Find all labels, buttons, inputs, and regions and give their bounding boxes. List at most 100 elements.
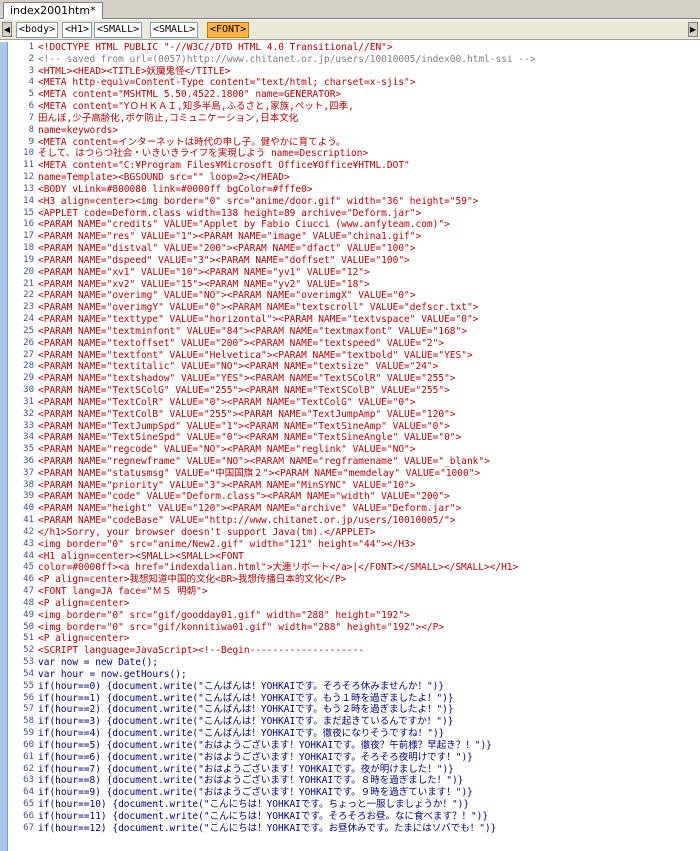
code-line: <PARAM NAME="priority" VALUE="3"><PARAM … bbox=[38, 479, 416, 491]
code-line: if(hour==6) {document.write("おはようございます！Y… bbox=[38, 751, 473, 763]
line-number: 50 bbox=[23, 621, 34, 632]
line-numbers: 1 2 3 4 5 6 7 8 9 10 11 12 13 14 15 16 17 18 19 20 21 22 23 24 2… bbox=[10, 42, 34, 851]
line-number: 17 bbox=[23, 231, 34, 242]
line-number: 34 bbox=[23, 432, 34, 443]
line-number: 48 bbox=[23, 597, 34, 608]
line-number: 20 bbox=[23, 266, 34, 277]
line-number: 38 bbox=[23, 479, 34, 490]
line-number: 37 bbox=[23, 467, 34, 478]
code-line: <PARAM NAME="res" VALUE="1"><PARAM NAME=… bbox=[38, 231, 422, 243]
line-number: 66 bbox=[23, 810, 34, 821]
line-number: 22 bbox=[23, 290, 34, 301]
code-line: if(hour==9) {document.write("おはようございます！Y… bbox=[38, 787, 473, 799]
code-line: var hour = now.getHours(); bbox=[38, 668, 187, 680]
code-line: <H1 align=center><SMALL><SMALL><FONT bbox=[38, 550, 244, 562]
code-line: <img border="0" src="anime/New2.gif" wid… bbox=[38, 538, 416, 550]
line-number: 54 bbox=[23, 668, 34, 679]
line-number: 25 bbox=[23, 325, 34, 336]
code-line: <BODY vLink=#800080 link=#0000ff bgColor… bbox=[38, 183, 313, 195]
code-line: <PARAM NAME="credits" VALUE="Applet by F… bbox=[38, 219, 450, 231]
line-number: 9 bbox=[28, 136, 34, 147]
code-line: <PARAM NAME="dspeed" VALUE="3"><PARAM NA… bbox=[38, 254, 410, 266]
file-tab-bar: index2001htm* bbox=[0, 0, 700, 19]
code-line: name=Template><BGSOUND src="" loop=2></H… bbox=[38, 172, 290, 184]
line-number: 13 bbox=[23, 183, 34, 194]
code-line: <FONT lang=JA face="ＭＳ 明朝"> bbox=[38, 586, 208, 598]
line-number: 47 bbox=[23, 586, 34, 597]
code-line: if(hour==1) {document.write("こんばんは！YOHKA… bbox=[38, 692, 454, 704]
code-line: <PARAM NAME="texttype" VALUE="horizontal… bbox=[38, 314, 479, 326]
code-line: <PARAM NAME="regcode" VALUE="NO"><PARAM … bbox=[38, 444, 416, 456]
code-line: <HTML><HEAD><TITLE>妖魔鬼怪</TITLE> bbox=[38, 65, 231, 77]
code-line: <APPLET code=Deform.class width=138 heig… bbox=[38, 207, 422, 219]
code-line: <PARAM NAME="textoffset" VALUE="200"><PA… bbox=[38, 337, 445, 349]
tag-crumb[interactable]: <SMALL> bbox=[150, 22, 199, 38]
code-line: <img border="0" src="gif/konnitiwa01.gif… bbox=[38, 621, 445, 633]
line-number: 44 bbox=[23, 550, 34, 561]
code-text[interactable]: <!DOCTYPE HTML PUBLIC "-//W3C//DTD HTML … bbox=[38, 42, 700, 851]
line-number: 58 bbox=[23, 716, 34, 727]
line-number: 26 bbox=[23, 337, 34, 348]
code-line: if(hour==4) {document.write("こんばんは！YOHKA… bbox=[38, 728, 445, 740]
code-line: <PARAM NAME="textfont" VALUE="Helvetica"… bbox=[38, 349, 473, 361]
line-number: 42 bbox=[23, 526, 34, 537]
line-number: 8 bbox=[28, 124, 34, 135]
tag-crumb[interactable]: <FONT> bbox=[207, 22, 250, 38]
line-number: 52 bbox=[23, 645, 34, 656]
line-number: 1 bbox=[28, 42, 34, 52]
code-line: <PARAM NAME="height" VALUE="120"><PARAM … bbox=[38, 503, 462, 515]
line-number: 27 bbox=[23, 349, 34, 360]
tag-breadcrumb-bar: ◀ <body> <H1> <SMALL> <SMALL> <FONT> ▶ bbox=[0, 20, 700, 40]
code-line: 田んぼ,少子高齢化,ボケ防止,コミュニケーション,日本文化 bbox=[38, 112, 299, 124]
tag-crumb[interactable]: <SMALL> bbox=[94, 22, 143, 38]
code-line: <H3 align=center><img border="0" src="an… bbox=[38, 195, 479, 207]
code-line: if(hour==8) {document.write("おはようございます！Y… bbox=[38, 775, 464, 787]
line-number: 39 bbox=[23, 491, 34, 502]
code-line: <P align=center> bbox=[38, 633, 130, 645]
line-number: 28 bbox=[23, 361, 34, 372]
line-number: 57 bbox=[23, 704, 34, 715]
code-line: <!DOCTYPE HTML PUBLIC "-//W3C//DTD HTML … bbox=[38, 42, 393, 53]
line-number: 59 bbox=[23, 728, 34, 739]
code-line: <PARAM NAME="distval" VALUE="200"><PARAM… bbox=[38, 243, 416, 255]
file-tab[interactable]: index2001htm* bbox=[3, 2, 103, 19]
code-line: <PARAM NAME="statusmsg" VALUE="中国国旗２"><P… bbox=[38, 467, 481, 479]
code-line: <PARAM NAME="TextColB" VALUE="255"><PARA… bbox=[38, 408, 456, 420]
line-number: 18 bbox=[23, 243, 34, 254]
code-line: </h1>Sorry, your browser doesn't support… bbox=[38, 526, 376, 538]
code-line: if(hour==10) {document.write("こんにちは！YOHK… bbox=[38, 799, 470, 810]
code-line: <!-- saved from url=(0057)http://www.chi… bbox=[38, 53, 536, 65]
tag-crumb[interactable]: <body> bbox=[16, 22, 59, 38]
line-number: 45 bbox=[23, 562, 34, 573]
code-line: <PARAM NAME="textshadow" VALUE="YES"><PA… bbox=[38, 373, 456, 385]
line-number: 55 bbox=[23, 680, 34, 691]
line-number: 33 bbox=[23, 420, 34, 431]
code-line: var now = new Date(); bbox=[38, 657, 159, 669]
code-line: <P align=center>我想知道中国的文化<BR>我想传播日本的文化</… bbox=[38, 574, 347, 586]
code-line: <META content="YＯＨＫＡＩ,知多半島,ふるさと,家族,ペット,四… bbox=[38, 101, 354, 113]
line-number: 12 bbox=[23, 172, 34, 183]
line-number: 46 bbox=[23, 574, 34, 585]
scroll-right-icon[interactable]: ▶ bbox=[688, 22, 698, 37]
code-line: <PARAM NAME="xv1" VALUE="10"><PARAM NAME… bbox=[38, 266, 370, 278]
code-line: <SCRIPT language=JavaScript><!--Begin---… bbox=[38, 645, 365, 657]
line-number: 11 bbox=[23, 160, 34, 171]
selection-gutter bbox=[0, 42, 8, 851]
code-line: <PARAM NAME="regnewframe" VALUE="NO"><PA… bbox=[38, 455, 490, 467]
code-line: color=#0000ff><a href="indexdalian.html"… bbox=[38, 562, 519, 574]
line-number: 24 bbox=[23, 314, 34, 325]
line-number: 65 bbox=[23, 799, 34, 809]
scroll-left-icon[interactable]: ◀ bbox=[2, 22, 12, 37]
line-number: 23 bbox=[23, 302, 34, 313]
code-line: if(hour==11) {document.write("こんにちは！YOHK… bbox=[38, 810, 489, 822]
code-line: <PARAM NAME="textminfont" VALUE="84"><PA… bbox=[38, 325, 467, 337]
code-line: <PARAM NAME="code" VALUE="Deform.class">… bbox=[38, 491, 450, 503]
code-line: <PARAM NAME="TextSColG" VALUE="255"><PAR… bbox=[38, 385, 450, 397]
code-line: <P align=center> bbox=[38, 597, 130, 609]
tag-crumb[interactable]: <H1> bbox=[62, 22, 93, 38]
line-number: 6 bbox=[28, 101, 34, 112]
line-number: 5 bbox=[28, 89, 34, 100]
line-number: 40 bbox=[23, 503, 34, 514]
line-number: 19 bbox=[23, 254, 34, 265]
code-editor[interactable]: 1 2 3 4 5 6 7 8 9 10 11 12 13 14 15 16 17 18 19 20 21 22 23 24 2… bbox=[0, 42, 700, 851]
